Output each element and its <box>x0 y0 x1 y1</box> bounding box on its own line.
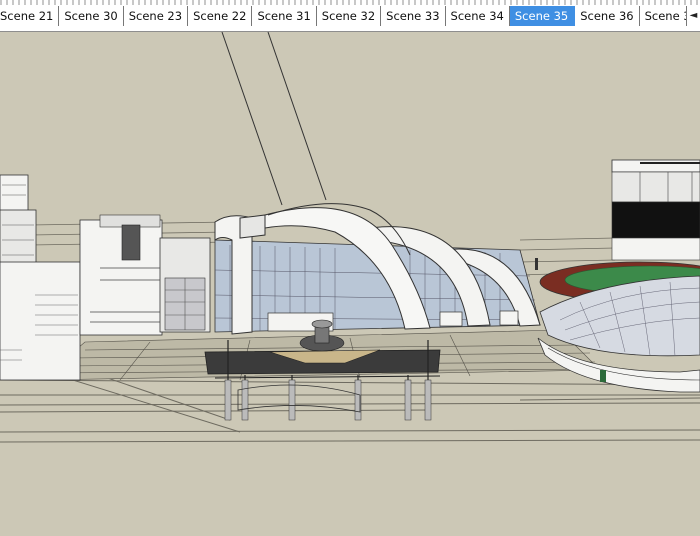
ground-plane-lines <box>0 371 700 443</box>
model-viewport[interactable] <box>0 32 700 536</box>
tab-scene-32[interactable]: Scene 32 <box>317 6 382 26</box>
tab-scene-33[interactable]: Scene 33 <box>381 6 446 26</box>
tab-scene-22[interactable]: Scene 22 <box>188 6 253 26</box>
tab-scene-23[interactable]: Scene 23 <box>124 6 189 26</box>
tab-scene-21[interactable]: Scene 21 <box>0 6 60 26</box>
tab-scene-34[interactable]: Scene 34 <box>446 6 510 26</box>
scene-tab-bar: Scene 21 Scene 30 Scene 23 Scene 22 Scen… <box>0 0 700 32</box>
toolbar-edge <box>0 0 700 5</box>
scene-tabs: Scene 21 Scene 30 Scene 23 Scene 22 Scen… <box>0 6 700 26</box>
stadium-grandstand <box>611 159 700 261</box>
tab-scene-35[interactable]: Scene 35 <box>509 6 576 26</box>
crane-cables <box>221 32 327 206</box>
tab-scene-31[interactable]: Scene 31 <box>252 6 317 26</box>
tab-scene-36[interactable]: Scene 36 <box>575 6 640 26</box>
tab-scroll-left-button[interactable]: ◄ <box>686 6 700 26</box>
tab-scene-30[interactable]: Scene 30 <box>59 6 124 26</box>
